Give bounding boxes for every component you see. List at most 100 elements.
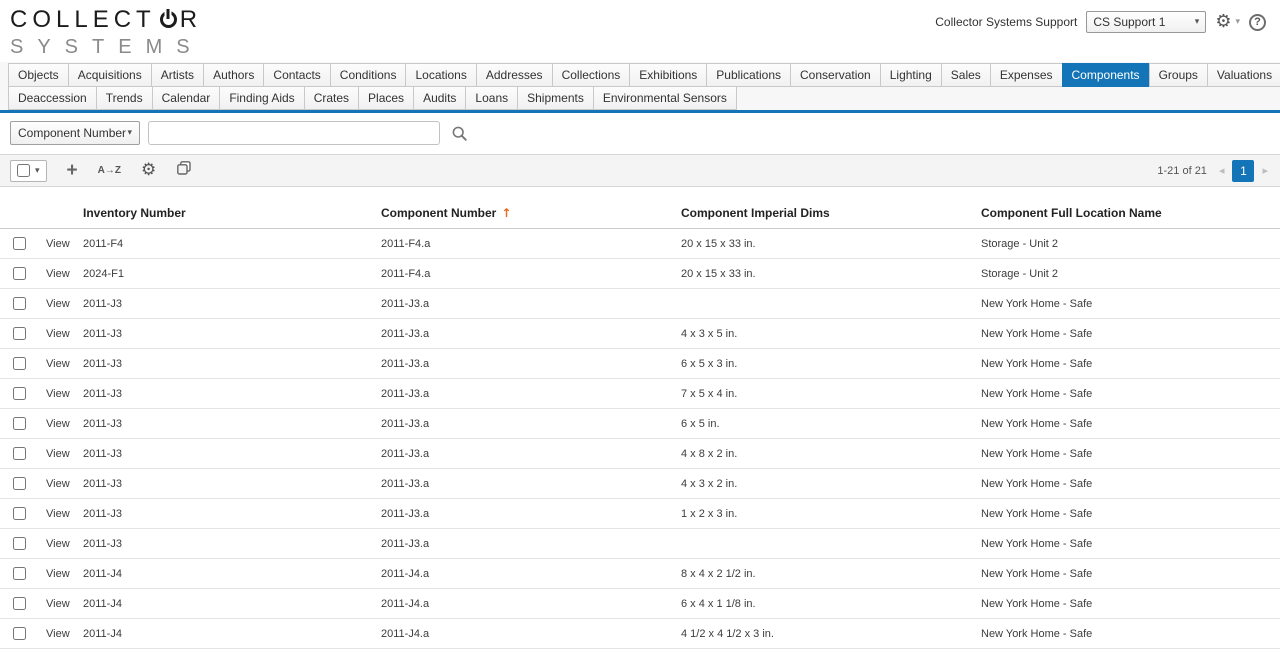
add-record-button[interactable]: + <box>67 161 78 180</box>
chevron-down-icon[interactable]: ▾ <box>1235 17 1240 27</box>
view-link[interactable]: View <box>38 448 82 460</box>
tab-audits[interactable]: Audits <box>413 86 466 110</box>
view-link[interactable]: View <box>38 478 82 490</box>
row-checkbox[interactable] <box>13 507 26 520</box>
row-checkbox[interactable] <box>13 417 26 430</box>
view-link[interactable]: View <box>38 388 82 400</box>
row-checkbox[interactable] <box>13 567 26 580</box>
table-row: View 2011-J3 2011-J3.a 6 x 5 in. New Yor… <box>0 409 1280 439</box>
row-checkbox-cell <box>0 267 38 280</box>
search-input[interactable] <box>148 121 440 145</box>
table-row: View 2011-J3 2011-J3.a New York Home - S… <box>0 529 1280 559</box>
tab-crates[interactable]: Crates <box>304 86 359 110</box>
next-page-button[interactable]: ▸ <box>1262 164 1268 177</box>
gear-icon[interactable]: ⚙ <box>1215 13 1231 31</box>
tab-contacts[interactable]: Contacts <box>263 63 330 87</box>
tab-loans[interactable]: Loans <box>465 86 518 110</box>
tab-publications[interactable]: Publications <box>706 63 791 87</box>
view-link[interactable]: View <box>38 418 82 430</box>
tab-deaccession[interactable]: Deaccession <box>8 86 97 110</box>
tab-sales[interactable]: Sales <box>941 63 991 87</box>
inventory-number-cell: 2011-J3 <box>82 328 380 340</box>
inventory-number-cell: 2011-J4 <box>82 628 380 640</box>
view-link[interactable]: View <box>38 508 82 520</box>
tab-collections[interactable]: Collections <box>552 63 631 87</box>
tab-valuations[interactable]: Valuations <box>1207 63 1280 87</box>
row-checkbox-cell <box>0 417 38 430</box>
view-link[interactable]: View <box>38 568 82 580</box>
settings-button[interactable]: ⚙ <box>141 162 156 179</box>
tab-conservation[interactable]: Conservation <box>790 63 881 87</box>
imperial-dims-cell: 4 x 3 x 2 in. <box>680 478 980 490</box>
row-checkbox[interactable] <box>13 537 26 550</box>
view-link[interactable]: View <box>38 238 82 250</box>
search-icon[interactable] <box>448 122 470 144</box>
table-header-row: Inventory Number Component Number↑ Compo… <box>0 198 1280 229</box>
row-checkbox-cell <box>0 507 38 520</box>
prev-page-button[interactable]: ◂ <box>1219 164 1225 177</box>
account-select[interactable]: CS Support 1 ▾ <box>1086 11 1206 33</box>
component-number-cell: 2011-J3.a <box>380 448 680 460</box>
component-number-cell: 2011-J3.a <box>380 388 680 400</box>
row-checkbox[interactable] <box>13 327 26 340</box>
tab-exhibitions[interactable]: Exhibitions <box>629 63 707 87</box>
tab-acquisitions[interactable]: Acquisitions <box>68 63 152 87</box>
column-header-imperial-dims[interactable]: Component Imperial Dims <box>680 206 980 220</box>
row-checkbox[interactable] <box>13 627 26 640</box>
inventory-number-cell: 2011-J4 <box>82 598 380 610</box>
tab-calendar[interactable]: Calendar <box>152 86 221 110</box>
current-page-button[interactable]: 1 <box>1232 160 1254 182</box>
row-checkbox[interactable] <box>13 237 26 250</box>
tab-places[interactable]: Places <box>358 86 414 110</box>
row-checkbox[interactable] <box>13 447 26 460</box>
select-all-dropdown[interactable]: ▾ <box>10 160 47 182</box>
tab-shipments[interactable]: Shipments <box>517 86 594 110</box>
view-link[interactable]: View <box>38 328 82 340</box>
view-link[interactable]: View <box>38 268 82 280</box>
component-number-cell: 2011-J3.a <box>380 358 680 370</box>
row-checkbox[interactable] <box>13 297 26 310</box>
search-field-select[interactable]: Component Number ▾ <box>10 121 140 145</box>
nav-row-primary: ObjectsAcquisitionsArtistsAuthorsContact… <box>8 63 1280 87</box>
inventory-number-cell: 2011-J3 <box>82 388 380 400</box>
tab-artists[interactable]: Artists <box>151 63 204 87</box>
table-row: View 2011-J4 2011-J4.a 4 1/2 x 4 1/2 x 3… <box>0 619 1280 649</box>
help-icon[interactable]: ? <box>1249 14 1266 31</box>
account-select-value: CS Support 1 <box>1093 15 1165 29</box>
view-link[interactable]: View <box>38 598 82 610</box>
row-checkbox[interactable] <box>13 387 26 400</box>
duplicate-button[interactable] <box>176 160 192 181</box>
view-link[interactable]: View <box>38 298 82 310</box>
location-name-cell: New York Home - Safe <box>980 388 1280 400</box>
tab-locations[interactable]: Locations <box>405 63 476 87</box>
location-name-cell: New York Home - Safe <box>980 328 1280 340</box>
tab-expenses[interactable]: Expenses <box>990 63 1063 87</box>
column-header-location-name[interactable]: Component Full Location Name <box>980 206 1280 220</box>
tab-addresses[interactable]: Addresses <box>476 63 553 87</box>
tab-objects[interactable]: Objects <box>8 63 69 87</box>
select-all-checkbox[interactable] <box>17 164 30 177</box>
row-checkbox[interactable] <box>13 597 26 610</box>
tab-groups[interactable]: Groups <box>1149 63 1208 87</box>
tab-conditions[interactable]: Conditions <box>330 63 407 87</box>
inventory-number-cell: 2011-F4 <box>82 238 380 250</box>
tab-trends[interactable]: Trends <box>96 86 153 110</box>
view-link[interactable]: View <box>38 538 82 550</box>
view-link[interactable]: View <box>38 628 82 640</box>
tab-environmental-sensors[interactable]: Environmental Sensors <box>593 86 737 110</box>
tab-components[interactable]: Components <box>1062 63 1150 87</box>
location-name-cell: New York Home - Safe <box>980 478 1280 490</box>
column-header-component-number[interactable]: Component Number↑ <box>380 206 680 220</box>
location-name-cell: Storage - Unit 2 <box>980 268 1280 280</box>
tab-lighting[interactable]: Lighting <box>880 63 942 87</box>
row-checkbox[interactable] <box>13 357 26 370</box>
tab-finding-aids[interactable]: Finding Aids <box>219 86 304 110</box>
row-checkbox[interactable] <box>13 267 26 280</box>
component-number-cell: 2011-J3.a <box>380 538 680 550</box>
tab-authors[interactable]: Authors <box>203 63 264 87</box>
view-link[interactable]: View <box>38 358 82 370</box>
sort-button[interactable]: A→Z <box>98 165 121 176</box>
component-number-cell: 2011-J4.a <box>380 598 680 610</box>
row-checkbox[interactable] <box>13 477 26 490</box>
column-header-inventory-number[interactable]: Inventory Number <box>82 206 380 220</box>
